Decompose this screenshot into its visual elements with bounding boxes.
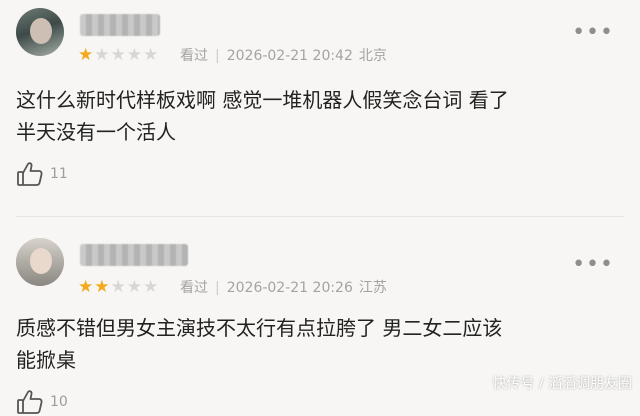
star-filled-icon: ★ xyxy=(94,277,111,297)
star-rating: ★★★★★ xyxy=(78,46,159,64)
review-datetime: 2026-02-21 20:42 xyxy=(226,48,353,64)
watched-label: 看过 xyxy=(180,48,208,64)
review-datetime: 2026-02-21 20:26 xyxy=(226,280,353,296)
thumbs-up-icon xyxy=(16,160,44,188)
more-dots-icon[interactable]: ••• xyxy=(572,22,614,44)
avatar[interactable] xyxy=(16,238,64,286)
divider xyxy=(16,216,624,217)
like-button[interactable]: 10 xyxy=(16,388,68,416)
like-count: 11 xyxy=(50,166,68,182)
star-empty-icon: ★ xyxy=(126,277,143,297)
review-location: 北京 xyxy=(358,48,387,64)
like-count: 10 xyxy=(50,394,68,410)
star-filled-icon: ★ xyxy=(78,277,95,297)
star-empty-icon: ★ xyxy=(110,277,127,297)
star-empty-icon: ★ xyxy=(143,277,160,297)
watched-label: 看过 xyxy=(180,280,208,296)
avatar[interactable] xyxy=(16,8,64,56)
star-empty-icon: ★ xyxy=(110,45,127,65)
like-button[interactable]: 11 xyxy=(16,160,68,188)
review-location: 江苏 xyxy=(358,280,387,296)
review-meta: 看过 | 2026-02-21 20:26 江苏 xyxy=(180,280,387,296)
review-text: 质感不错但男女主演技不太行有点拉胯了 男二女二应该 能掀桌 xyxy=(16,316,503,372)
watermark: 快传号 / 滔滔调朋友圈 xyxy=(492,376,632,392)
star-filled-icon: ★ xyxy=(78,45,95,65)
star-rating: ★★★★★ xyxy=(78,278,159,296)
star-empty-icon: ★ xyxy=(143,45,160,65)
username-blurred[interactable] xyxy=(80,14,160,36)
more-dots-icon[interactable]: ••• xyxy=(572,254,614,276)
review-card: ★★★★★ 看过 | 2026-02-21 20:42 北京 ••• 这什么新时代样板… xyxy=(0,0,640,215)
review-text: 这什么新时代样板戏啊 感觉一堆机器人假笑念台词 看了 半天没有一个活人 xyxy=(16,88,509,144)
review-meta: 看过 | 2026-02-21 20:42 北京 xyxy=(180,48,387,64)
thumbs-up-icon xyxy=(16,388,44,416)
star-empty-icon: ★ xyxy=(126,45,143,65)
star-empty-icon: ★ xyxy=(94,45,111,65)
username-blurred[interactable] xyxy=(80,244,188,266)
